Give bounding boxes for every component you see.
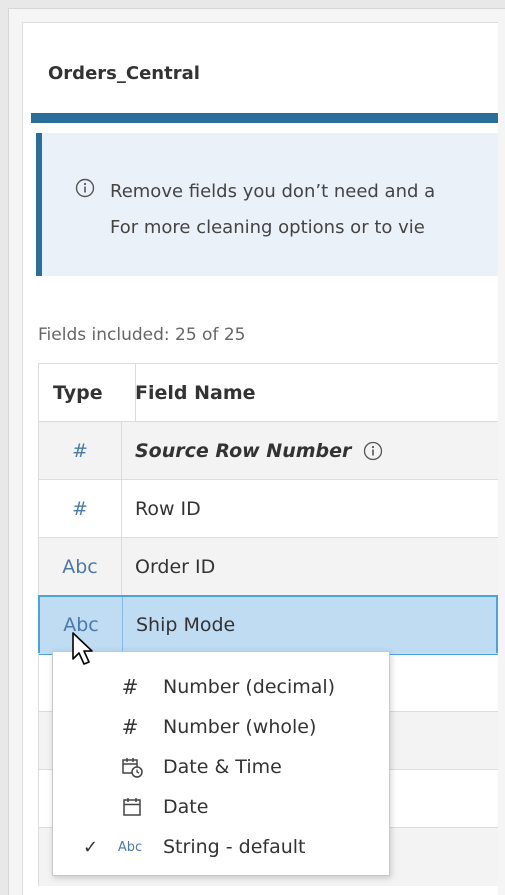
table-row[interactable]: # Row ID (38, 479, 498, 538)
info-icon[interactable] (363, 441, 383, 461)
info-icon (75, 178, 95, 198)
menu-item-label: Number (decimal) (163, 676, 336, 698)
menu-item-label: Date & Time (163, 756, 282, 778)
menu-item-date[interactable]: Date (53, 787, 389, 827)
menu-item-label: Date (163, 796, 209, 818)
card-accent-bar (31, 113, 498, 123)
check-icon: ✓ (83, 836, 99, 858)
calendar-icon (123, 798, 141, 816)
data-type-menu: # Number (decimal) # Number (whole) Date… (52, 651, 390, 876)
table-row[interactable]: Abc Order ID (38, 537, 498, 596)
menu-item-label: Number (whole) (163, 716, 317, 738)
menu-item-string-default[interactable]: ✓ Abc String - default (53, 827, 389, 867)
mouse-pointer-icon (72, 632, 93, 665)
field-name: Source Row Number (135, 440, 352, 462)
menu-item-date-time[interactable]: Date & Time (53, 747, 389, 787)
table-row[interactable]: # Source Row Number (38, 421, 498, 480)
info-banner: Remove fields you don’t need and a For m… (36, 133, 498, 276)
field-name: Order ID (135, 556, 216, 578)
info-text-line-2: For more cleaning options or to vie (110, 217, 425, 238)
grid-header-row: Type Field Name (38, 363, 498, 422)
menu-item-number-decimal[interactable]: # Number (decimal) (53, 667, 389, 707)
field-name: Ship Mode (136, 614, 236, 636)
field-name: Row ID (135, 498, 201, 520)
card-title: Orders_Central (48, 63, 200, 84)
number-type-icon[interactable]: # (39, 422, 122, 480)
menu-item-label: String - default (163, 836, 306, 858)
fields-included-count: Fields included: 25 of 25 (38, 325, 246, 345)
number-type-icon[interactable]: # (39, 480, 122, 538)
datetime-icon (122, 758, 143, 778)
number-icon: # (121, 715, 139, 739)
string-type-icon[interactable]: Abc (39, 538, 122, 596)
table-row-selected[interactable]: Abc Ship Mode (38, 595, 498, 655)
field-name-cell: Source Row Number (135, 422, 498, 480)
info-text-line-1: Remove fields you don’t need and a (110, 181, 436, 202)
field-name-column-header[interactable]: Field Name (135, 364, 498, 422)
number-icon: # (121, 675, 139, 699)
type-column-header[interactable]: Type (39, 364, 136, 422)
string-icon: Abc (117, 839, 143, 855)
menu-item-number-whole[interactable]: # Number (whole) (53, 707, 389, 747)
